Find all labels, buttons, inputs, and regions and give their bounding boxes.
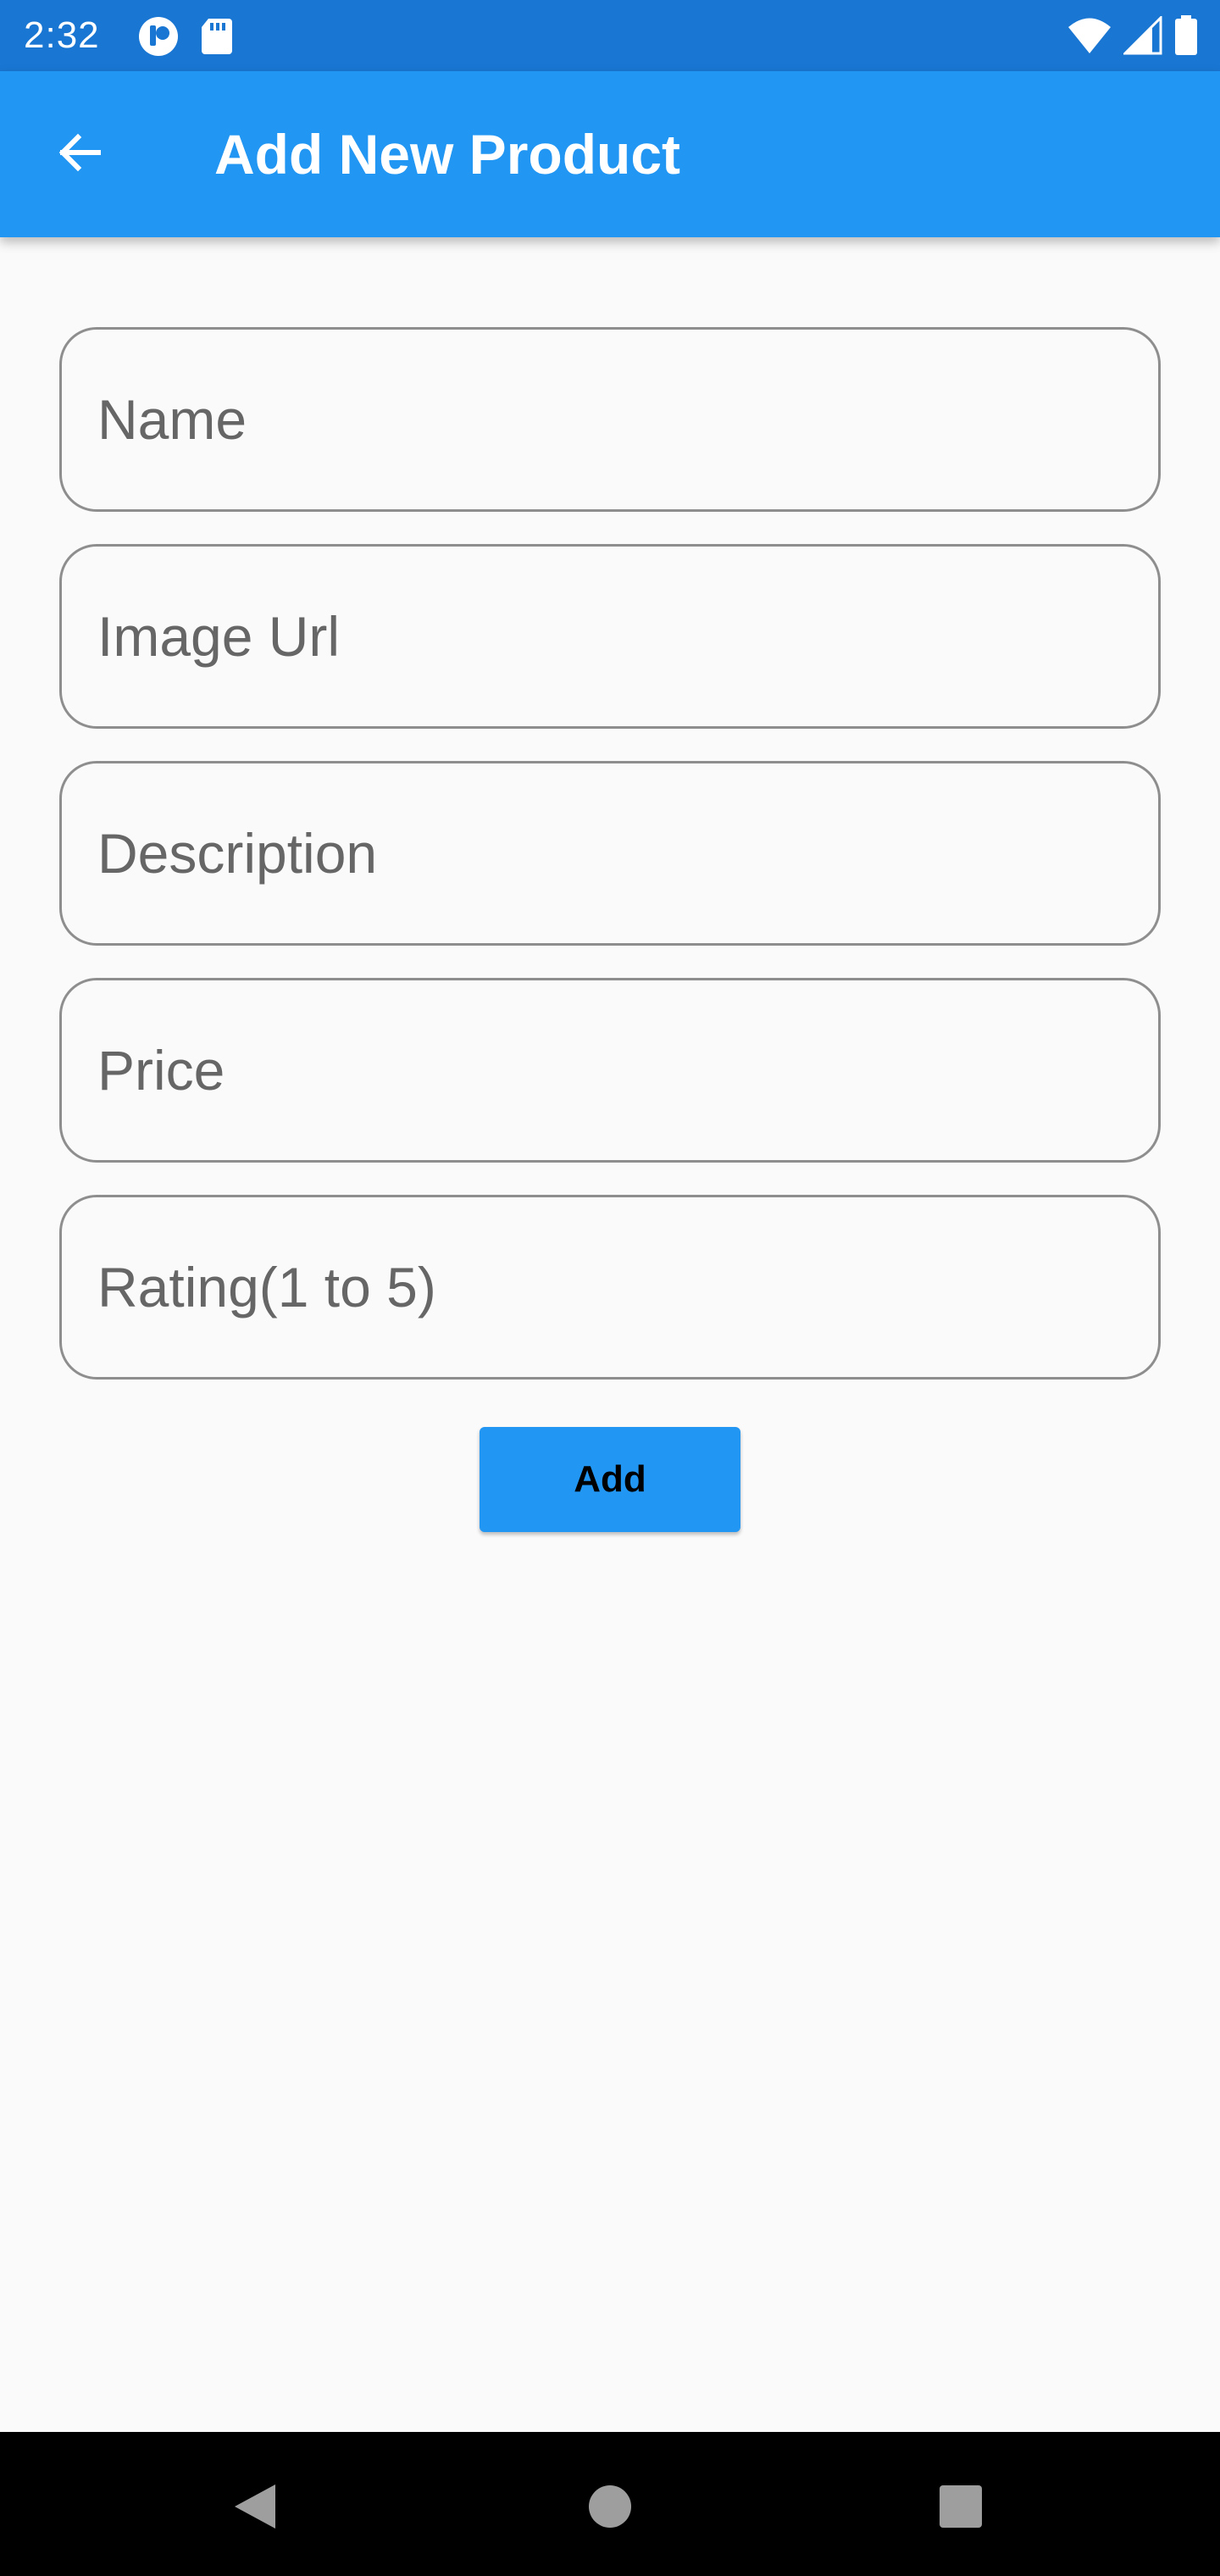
recents-square-icon bbox=[939, 2484, 983, 2533]
nav-home-button[interactable] bbox=[580, 2479, 640, 2538]
rating-field[interactable] bbox=[59, 1195, 1161, 1380]
name-input[interactable] bbox=[97, 387, 1158, 452]
back-button[interactable] bbox=[36, 110, 124, 198]
app-notification-icon bbox=[137, 15, 180, 62]
image-url-input[interactable] bbox=[97, 604, 1158, 669]
sd-card-icon bbox=[200, 17, 234, 60]
rating-input[interactable] bbox=[97, 1255, 1158, 1319]
arrow-back-icon bbox=[54, 127, 105, 182]
product-form bbox=[59, 327, 1161, 1412]
status-bar: 2:32 bbox=[0, 0, 1220, 71]
navigation-bar bbox=[0, 2432, 1220, 2576]
description-field[interactable] bbox=[59, 761, 1161, 946]
app-bar: Add New Product bbox=[0, 71, 1220, 237]
nav-back-button[interactable] bbox=[225, 2479, 285, 2538]
name-field[interactable] bbox=[59, 327, 1161, 512]
status-left-icons bbox=[137, 15, 234, 62]
price-field[interactable] bbox=[59, 978, 1161, 1163]
page-title: Add New Product bbox=[214, 123, 681, 186]
price-input[interactable] bbox=[97, 1038, 1158, 1102]
home-circle-icon bbox=[588, 2484, 632, 2533]
wifi-icon bbox=[1068, 16, 1112, 59]
nav-recents-button[interactable] bbox=[931, 2479, 990, 2538]
battery-icon bbox=[1174, 15, 1198, 60]
image-url-field[interactable] bbox=[59, 544, 1161, 729]
add-button[interactable]: Add bbox=[480, 1427, 740, 1532]
back-triangle-icon bbox=[233, 2483, 277, 2534]
description-input[interactable] bbox=[97, 821, 1158, 886]
cell-signal-icon bbox=[1122, 14, 1162, 59]
status-time: 2:32 bbox=[24, 14, 100, 56]
status-right-icons bbox=[1068, 14, 1198, 60]
